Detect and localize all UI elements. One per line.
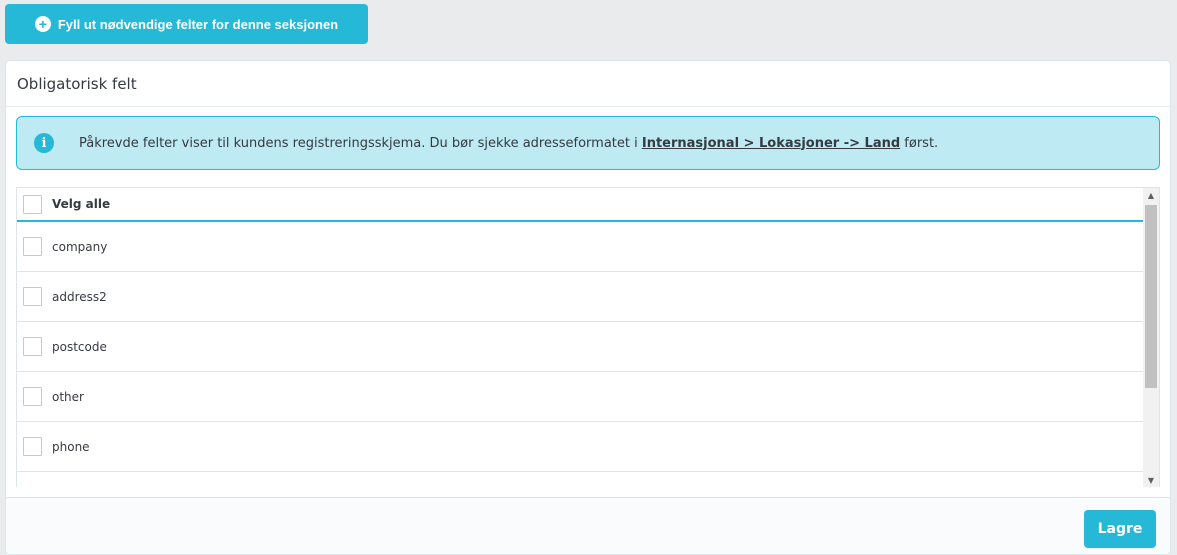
field-name: postcode: [52, 339, 107, 354]
alert-text-after: først.: [900, 135, 939, 151]
table-row: postcode: [17, 322, 1144, 372]
row-checkbox[interactable]: [23, 337, 42, 356]
field-name: phone: [52, 439, 90, 454]
field-name: address2: [52, 289, 107, 304]
table-scrollbar[interactable]: ▲ ▼: [1143, 188, 1159, 487]
info-alert: i Påkrevde felter viser til kundens regi…: [16, 116, 1160, 170]
required-fields-panel: Obligatorisk felt i Påkrevde felter vise…: [5, 60, 1171, 555]
fill-required-fields-label: Fyll ut nødvendige felter for denne seks…: [57, 16, 339, 32]
table-row: address2: [17, 272, 1144, 322]
row-checkbox[interactable]: [23, 287, 42, 306]
countries-link[interactable]: Internasjonal > Lokasjoner -> Land: [642, 136, 900, 151]
table-row: phone: [17, 422, 1144, 472]
field-name: company: [52, 239, 108, 254]
select-all-checkbox[interactable]: [23, 194, 42, 214]
row-checkbox[interactable]: [23, 387, 42, 406]
scrollbar-thumb[interactable]: [1145, 205, 1157, 388]
row-checkbox[interactable]: [23, 437, 42, 456]
table-row-partial: [17, 472, 1144, 487]
fields-table: Velg alle company address2 postcode othe…: [16, 187, 1160, 487]
save-button[interactable]: Lagre: [1084, 510, 1156, 548]
panel-footer: Lagre: [6, 497, 1170, 554]
info-icon: i: [34, 133, 54, 153]
field-name: other: [52, 389, 84, 404]
select-all-label: Velg alle: [52, 197, 111, 211]
plus-circle-icon: +: [34, 16, 51, 32]
scroll-down-arrow-icon[interactable]: ▼: [1143, 473, 1159, 487]
fill-required-fields-button[interactable]: + Fyll ut nødvendige felter for denne se…: [5, 4, 368, 44]
alert-message: Påkrevde felter viser til kundens regist…: [79, 136, 938, 151]
alert-text-before: Påkrevde felter viser til kundens regist…: [79, 135, 642, 151]
scroll-up-arrow-icon[interactable]: ▲: [1143, 188, 1159, 203]
table-row: company: [17, 222, 1144, 272]
row-checkbox[interactable]: [23, 237, 42, 256]
table-row: other: [17, 372, 1144, 422]
panel-title: Obligatorisk felt: [6, 61, 1170, 107]
table-header-row: Velg alle: [17, 188, 1144, 222]
